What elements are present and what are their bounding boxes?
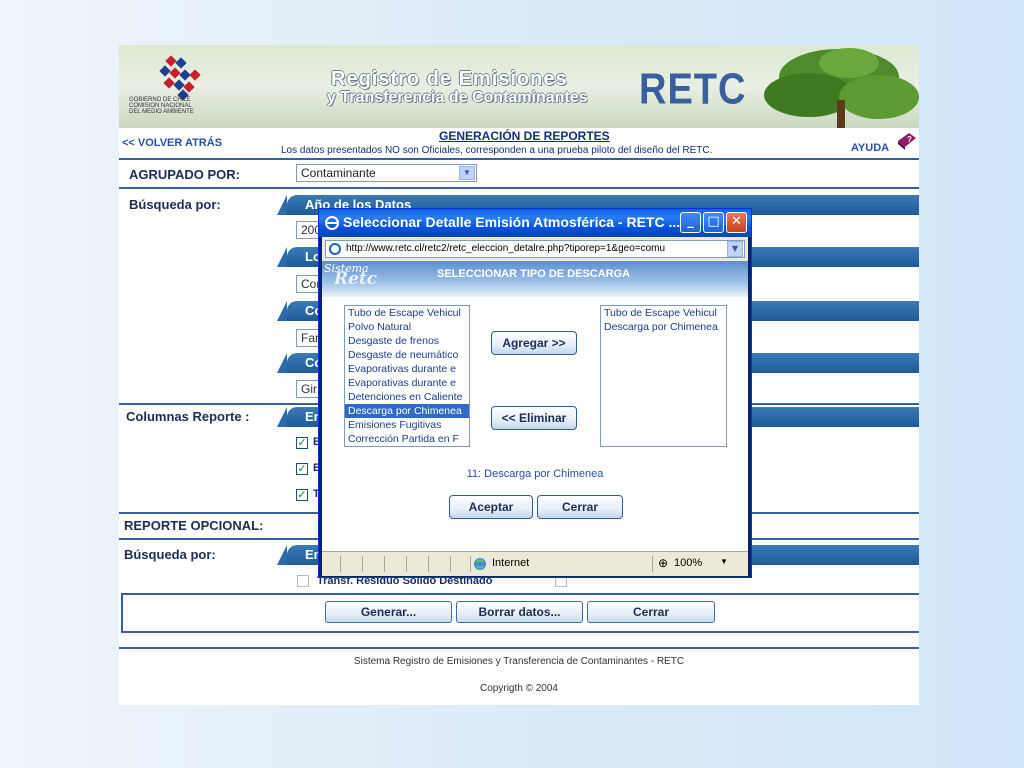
footer-system: Sistema Registro de Emisiones y Transfer… xyxy=(353,656,685,667)
tree-illustration xyxy=(764,48,919,128)
system-logo: Sistema Retc xyxy=(324,263,378,289)
close-button[interactable]: Cerrar xyxy=(587,601,715,623)
banner-title-line1: Registro de Emisiones xyxy=(331,68,568,90)
address-bar: http://www.retc.cl/retc2/retc_eleccion_d… xyxy=(322,237,748,261)
popup-title: Seleccionar Detalle Emisión Atmosférica … xyxy=(343,214,681,230)
ie-icon xyxy=(325,216,339,230)
group-by-value: Contaminante xyxy=(301,166,376,180)
popup-window: Seleccionar Detalle Emisión Atmosférica … xyxy=(318,208,752,578)
address-dropdown[interactable]: ▼ xyxy=(727,241,743,257)
selected-list[interactable]: Tubo de Escape Vehicul Descarga por Chim… xyxy=(600,305,727,447)
accept-button[interactable]: Aceptar xyxy=(449,495,533,519)
banner-title-line2: y Transferencia de Contaminantes xyxy=(327,89,588,106)
address-field[interactable]: http://www.retc.cl/retc2/retc_eleccion_d… xyxy=(325,240,745,258)
group-by-label: AGRUPADO POR: xyxy=(129,167,240,182)
zoom-level[interactable]: 100% xyxy=(674,557,702,569)
column-checkbox-2[interactable]: ✓ xyxy=(296,463,308,475)
help-link[interactable]: AYUDA xyxy=(851,142,889,154)
list-item[interactable]: Desgaste de frenos xyxy=(345,334,469,348)
list-item[interactable]: Corrección Partida en F xyxy=(345,432,469,446)
clear-data-button[interactable]: Borrar datos... xyxy=(456,601,583,623)
popup-titlebar[interactable]: Seleccionar Detalle Emisión Atmosférica … xyxy=(319,209,751,237)
list-item[interactable]: Tubo de Escape Vehicul xyxy=(601,306,726,320)
chevron-down-icon[interactable]: ▼ xyxy=(459,166,475,180)
divider xyxy=(119,158,919,160)
column-checkbox-3[interactable]: ✓ xyxy=(296,489,308,501)
zoom-icon[interactable]: ⊕ xyxy=(658,556,668,570)
list-item[interactable]: Polvo Natural xyxy=(345,320,469,334)
group-by-select[interactable]: Contaminante ▼ xyxy=(296,164,477,182)
status-bar: Internet ⊕ 100% ▼ xyxy=(322,551,748,576)
list-item[interactable]: Detenciones en Caliente xyxy=(345,390,469,404)
list-item-selected[interactable]: Descarga por Chimenea xyxy=(345,404,469,418)
generate-button[interactable]: Generar... xyxy=(325,601,452,623)
search-by-label: Búsqueda por: xyxy=(129,197,221,212)
page-title: GENERACIÓN DE REPORTES xyxy=(439,129,610,143)
selection-info: 11: Descarga por Chimenea xyxy=(466,468,604,480)
svg-text:?: ? xyxy=(907,135,912,144)
list-item[interactable]: Desgaste de neumático xyxy=(345,348,469,362)
remove-button[interactable]: << Eliminar xyxy=(491,406,577,430)
list-item[interactable]: Descarga por Chimenea xyxy=(601,320,726,334)
maximize-button[interactable]: □ xyxy=(703,212,724,233)
status-zone: Internet xyxy=(492,557,530,569)
popup-content: Sistema Retc SELECCIONAR TIPO DE DESCARG… xyxy=(322,261,748,551)
logo-bottom: Retc xyxy=(334,269,378,289)
add-button[interactable]: Agregar >> xyxy=(491,331,577,355)
header-banner: GOBIERNO DE CHILE COMISION NACIONAL DEL … xyxy=(119,45,919,128)
close-window-button[interactable]: ✕ xyxy=(726,212,747,233)
globe-icon xyxy=(474,558,486,570)
footer-copyright: Copyrigth © 2004 xyxy=(480,683,558,694)
divider xyxy=(119,187,919,189)
list-item[interactable]: Emisiones Fugitivas xyxy=(345,418,469,432)
list-item[interactable]: Evaporativas durante e xyxy=(345,362,469,376)
available-list[interactable]: Tubo de Escape Vehicul Polvo Natural Des… xyxy=(344,305,470,447)
search-by-label-2: Búsqueda por: xyxy=(124,547,216,562)
disclaimer-note: Los datos presentados NO son Oficiales, … xyxy=(281,145,713,156)
list-item[interactable]: Tubo de Escape Vehicul xyxy=(345,306,469,320)
page-icon xyxy=(329,243,341,255)
back-link[interactable]: << VOLVER ATRÁS xyxy=(122,137,222,149)
popup-close-button[interactable]: Cerrar xyxy=(537,495,623,519)
help-book-icon[interactable]: ? xyxy=(896,129,918,151)
popup-heading: SELECCIONAR TIPO DE DESCARGA xyxy=(437,268,631,280)
divider xyxy=(119,647,919,649)
optional-report-label: REPORTE OPCIONAL: xyxy=(124,518,264,533)
minimize-button[interactable]: _ xyxy=(680,212,701,233)
government-text: GOBIERNO DE CHILE COMISION NACIONAL DEL … xyxy=(129,97,194,115)
list-item[interactable]: Evaporativas durante e xyxy=(345,376,469,390)
transfer-checkbox[interactable] xyxy=(297,575,309,587)
popup-header: Sistema Retc SELECCIONAR TIPO DE DESCARG… xyxy=(322,261,748,297)
zoom-dropdown-icon[interactable]: ▼ xyxy=(720,557,728,566)
chevron-down-icon: ▼ xyxy=(731,244,739,253)
columns-label: Columnas Reporte : xyxy=(126,409,250,424)
column-checkbox-1[interactable]: ✓ xyxy=(296,437,308,449)
